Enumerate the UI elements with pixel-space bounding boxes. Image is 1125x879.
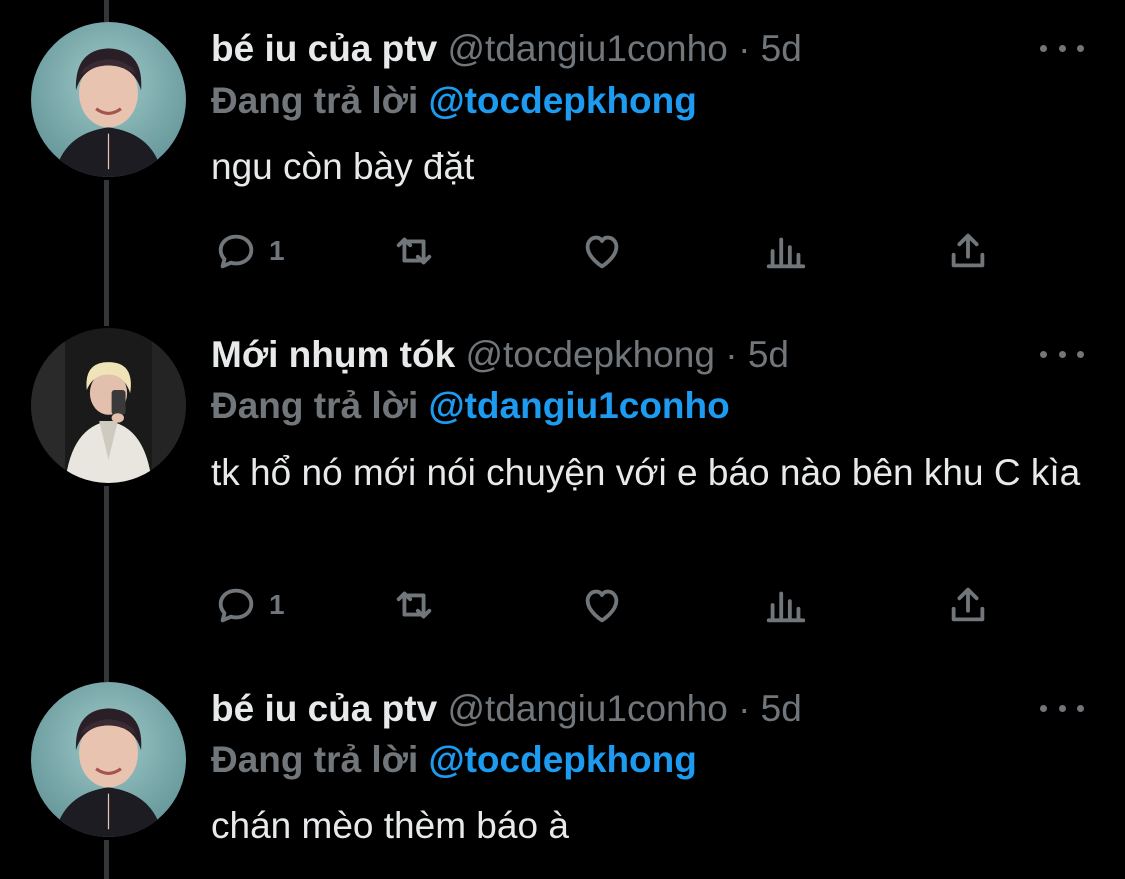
reply-button[interactable]: 1 <box>213 580 285 630</box>
share-button[interactable] <box>945 226 991 276</box>
display-name[interactable]: bé iu của ptv <box>211 28 437 69</box>
like-button[interactable] <box>579 226 625 276</box>
share-button[interactable] <box>945 580 991 630</box>
heart-icon <box>585 589 619 623</box>
retweet-icon <box>396 591 432 619</box>
tweet-header: bé iu của ptv @tdangiu1conho · 5d <box>211 684 802 734</box>
mention-link[interactable]: @tocdepkhong <box>429 80 697 121</box>
retweet-button[interactable] <box>391 226 437 276</box>
reply-icon <box>218 588 254 623</box>
analytics-icon <box>766 237 806 269</box>
replying-label: Đang trả lời <box>211 739 419 780</box>
more-options-icon[interactable] <box>1040 38 1084 58</box>
analytics-button[interactable] <box>763 580 809 630</box>
avatar-image <box>31 22 186 177</box>
user-handle[interactable]: @tocdepkhong <box>465 334 714 375</box>
avatar-image <box>31 682 186 837</box>
mention-link[interactable]: @tdangiu1conho <box>429 385 730 426</box>
tweet[interactable]: bé iu của ptv @tdangiu1conho · 5d Đang t… <box>0 0 1125 300</box>
tweet-text: tk hổ nó mới nói chuyện với e báo nào bê… <box>211 452 1081 493</box>
action-bar: 1 <box>213 226 993 276</box>
reply-count: 1 <box>269 235 285 266</box>
avatar[interactable] <box>31 22 186 177</box>
user-handle[interactable]: @tdangiu1conho <box>447 688 727 729</box>
tweet-header: bé iu của ptv @tdangiu1conho · 5d <box>211 24 802 74</box>
avatar[interactable] <box>31 328 186 483</box>
share-icon <box>951 233 985 268</box>
action-bar: 1 <box>213 580 993 630</box>
replying-to: Đang trả lời @tocdepkhong <box>211 735 697 785</box>
display-name[interactable]: Mới nhụm tók <box>211 334 455 375</box>
replying-label: Đang trả lời <box>211 385 419 426</box>
timestamp[interactable]: 5d <box>748 334 789 375</box>
thread-line <box>104 840 109 879</box>
timestamp[interactable]: 5d <box>761 28 802 69</box>
thread-line <box>104 486 109 682</box>
avatar[interactable] <box>31 682 186 837</box>
heart-icon <box>585 235 619 269</box>
user-handle[interactable]: @tdangiu1conho <box>447 28 727 69</box>
tweet-header: Mới nhụm tók @tocdepkhong · 5d <box>211 330 789 380</box>
timestamp[interactable]: 5d <box>761 688 802 729</box>
reply-count: 1 <box>269 589 285 620</box>
share-icon <box>951 587 985 622</box>
separator-dot: · <box>738 28 751 69</box>
tweet-text: ngu còn bày đặt <box>211 146 475 187</box>
retweet-button[interactable] <box>391 580 437 630</box>
replying-to: Đang trả lời @tocdepkhong <box>211 76 697 126</box>
like-button[interactable] <box>579 580 625 630</box>
tweet-text: chán mèo thèm báo à <box>211 805 569 846</box>
separator-dot: · <box>725 334 738 375</box>
retweet-icon <box>396 237 432 265</box>
display-name[interactable]: bé iu của ptv <box>211 688 437 729</box>
analytics-button[interactable] <box>763 226 809 276</box>
reply-icon <box>218 234 254 269</box>
mention-link[interactable]: @tocdepkhong <box>429 739 697 780</box>
more-options-icon[interactable] <box>1040 344 1084 364</box>
replying-label: Đang trả lời <box>211 80 419 121</box>
analytics-icon <box>766 591 806 623</box>
separator-dot: · <box>738 688 751 729</box>
replying-to: Đang trả lời @tdangiu1conho <box>211 381 730 431</box>
avatar-image <box>31 328 186 483</box>
more-options-icon[interactable] <box>1040 698 1084 718</box>
reply-button[interactable]: 1 <box>213 226 285 276</box>
